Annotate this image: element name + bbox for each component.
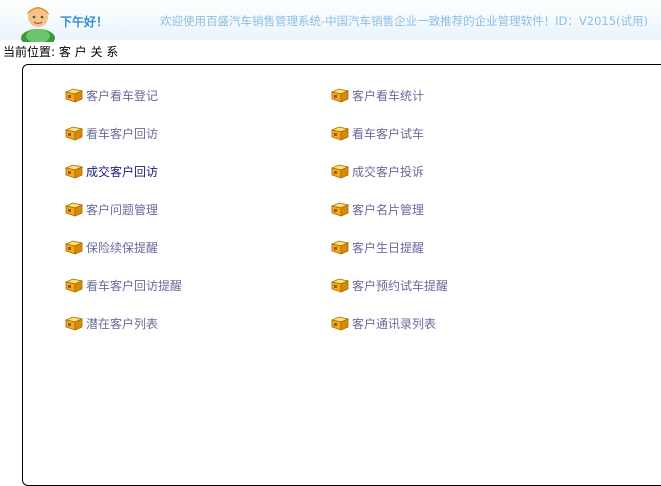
menu-item-visit-followup-reminder[interactable]: 看车客户回访提醒 — [65, 275, 182, 295]
menu-item-test-drive-appointment-reminder[interactable]: 客户预约试车提醒 — [331, 275, 448, 295]
menu-item-label: 客户通讯录列表 — [352, 316, 437, 331]
menu-item-visit-customer-test-drive[interactable]: 看车客户试车 — [331, 123, 424, 143]
folder-icon — [331, 240, 349, 255]
customer-relations-panel: 客户看车登记 看车客户回访 成交客户回访 客户问题管理 保险续保提醒 看车客户回… — [22, 64, 661, 486]
menu-item-label: 保险续保提醒 — [86, 240, 159, 255]
menu-item-visit-customer-followup[interactable]: 看车客户回访 — [65, 123, 158, 143]
menu-item-potential-customer-list[interactable]: 潜在客户列表 — [65, 313, 158, 333]
menu-item-label: 客户名片管理 — [352, 202, 425, 217]
folder-icon — [331, 164, 349, 179]
menu-item-label: 成交客户投诉 — [352, 164, 425, 179]
menu-item-label: 成交客户回访 — [86, 164, 159, 179]
menu-item-label: 看车客户试车 — [352, 126, 425, 141]
menu-item-deal-customer-followup[interactable]: 成交客户回访 — [65, 161, 158, 181]
folder-icon — [65, 316, 83, 331]
folder-icon — [65, 88, 83, 103]
folder-icon — [65, 164, 83, 179]
top-banner: 下午好！ 欢迎使用百盛汽车销售管理系统-中国汽车销售企业一致推荐的企业管理软件！… — [0, 0, 661, 42]
menu-item-deal-customer-complaint[interactable]: 成交客户投诉 — [331, 161, 424, 181]
menu-item-label: 客户看车登记 — [86, 88, 159, 103]
folder-icon — [65, 126, 83, 141]
menu-item-insurance-renewal-reminder[interactable]: 保险续保提醒 — [65, 237, 158, 257]
menu-item-business-card-management[interactable]: 客户名片管理 — [331, 199, 424, 219]
folder-icon — [331, 316, 349, 331]
menu-item-label: 看车客户回访提醒 — [86, 278, 183, 293]
folder-icon — [331, 88, 349, 103]
menu-item-label: 客户看车统计 — [352, 88, 425, 103]
menu-item-customer-visit-stats[interactable]: 客户看车统计 — [331, 85, 424, 105]
menu-item-birthday-reminder[interactable]: 客户生日提醒 — [331, 237, 424, 257]
welcome-marquee: 欢迎使用百盛汽车销售管理系统-中国汽车销售企业一致推荐的企业管理软件！ID：V2… — [160, 14, 648, 28]
menu-item-label: 客户预约试车提醒 — [352, 278, 449, 293]
menu-item-label: 客户生日提醒 — [352, 240, 425, 255]
menu-item-label: 潜在客户列表 — [86, 316, 159, 331]
menu-item-customer-contact-list[interactable]: 客户通讯录列表 — [331, 313, 436, 333]
folder-icon — [331, 202, 349, 217]
folder-icon — [65, 202, 83, 217]
folder-icon — [331, 278, 349, 293]
user-avatar-icon — [21, 7, 55, 42]
folder-icon — [65, 240, 83, 255]
folder-icon — [331, 126, 349, 141]
folder-icon — [65, 278, 83, 293]
breadcrumb: 当前位置: 客 户 关 系 — [3, 45, 119, 59]
greeting-text: 下午好！ — [60, 15, 109, 29]
menu-item-customer-visit-register[interactable]: 客户看车登记 — [65, 85, 158, 105]
menu-item-label: 客户问题管理 — [86, 202, 159, 217]
menu-item-label: 看车客户回访 — [86, 126, 159, 141]
menu-item-customer-issue-management[interactable]: 客户问题管理 — [65, 199, 158, 219]
